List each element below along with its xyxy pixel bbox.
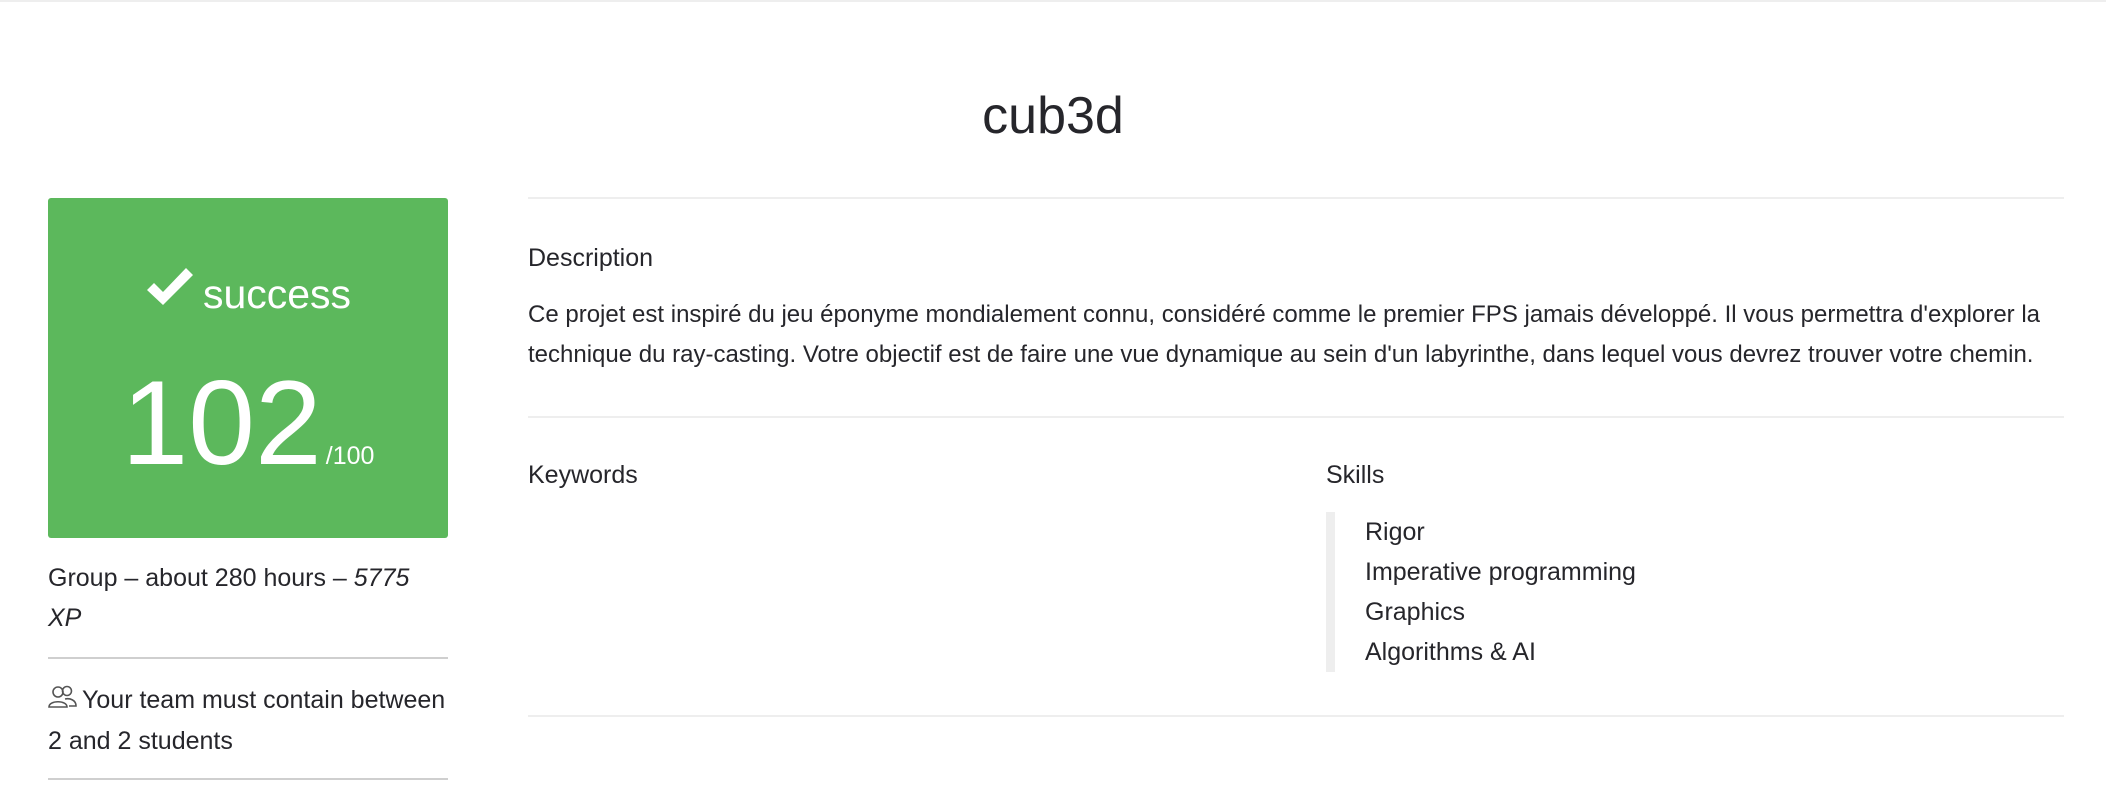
score-max: /100 [325, 442, 375, 470]
score-value: 102 [121, 356, 322, 490]
right-divider-top [528, 197, 2064, 199]
skills-heading: Skills [1326, 461, 1385, 489]
skill-item: Graphics [1365, 598, 1466, 626]
left-divider-2 [48, 778, 448, 780]
status-card: success 102/100 [48, 198, 448, 538]
left-divider-1 [48, 657, 448, 659]
description-heading: Description [528, 244, 654, 272]
score-row: 102/100 [48, 358, 448, 488]
right-divider-middle [528, 416, 2064, 418]
team-text: Your team must contain between 2 and 2 s… [48, 686, 446, 755]
status-row: success [48, 266, 448, 321]
skill-item: Rigor [1365, 518, 1425, 546]
top-divider [0, 0, 2106, 2]
description-text: Ce projet est inspiré du jeu éponyme mon… [528, 301, 2040, 368]
project-meta: Group – about 280 hours – 5775 XP [48, 558, 448, 638]
skill-item: Algorithms & AI [1365, 638, 1536, 666]
keywords-heading: Keywords [528, 461, 638, 489]
checkmark-icon [145, 266, 195, 321]
team-info: Your team must contain between 2 and 2 s… [48, 680, 448, 761]
page-title: cub3d [982, 87, 1124, 145]
right-divider-bottom [528, 715, 2064, 717]
skill-item: Imperative programming [1365, 558, 1636, 586]
project-duration: Group – about 280 hours – [48, 564, 347, 592]
team-icon [48, 681, 78, 721]
status-label: success [202, 271, 352, 317]
skills-list: Rigor Imperative programming Graphics Al… [1326, 512, 1636, 672]
